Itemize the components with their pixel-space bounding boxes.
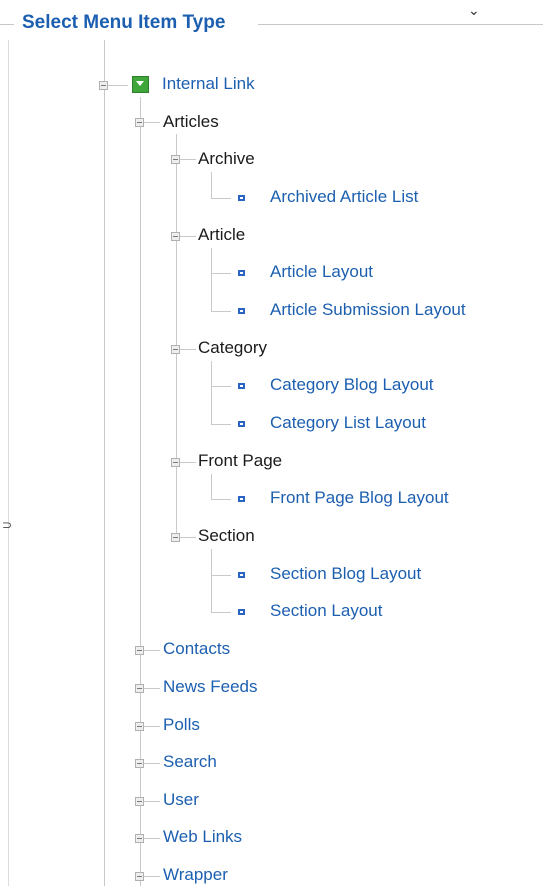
expander-icon[interactable] <box>135 759 144 768</box>
expander-icon[interactable] <box>171 345 180 354</box>
tree-node-web-links[interactable]: Web Links <box>163 827 242 847</box>
expander-icon[interactable] <box>171 458 180 467</box>
expander-icon[interactable] <box>135 797 144 806</box>
tree-node-articles[interactable]: Articles <box>163 112 219 132</box>
tree-guide-line <box>144 801 160 802</box>
leaf-bullet-icon <box>238 308 245 314</box>
leaf-bullet-icon <box>238 270 245 276</box>
fieldset-border <box>0 24 14 25</box>
tree-guide-line <box>211 474 212 499</box>
tree-guide-line <box>176 134 177 538</box>
resize-handle-icon: ⊃ <box>2 518 13 532</box>
tree-node-category[interactable]: Category <box>198 338 267 358</box>
tree-guide-line <box>211 549 212 612</box>
tree-guide-line <box>180 236 196 237</box>
expander-icon[interactable] <box>99 81 108 90</box>
tree-guide-line <box>144 650 160 651</box>
tree-guide-line <box>108 85 128 86</box>
tree-guide-line <box>211 612 231 613</box>
fieldset-legend: Select Menu Item Type <box>22 12 226 33</box>
tree-guide-line <box>180 159 196 160</box>
tree-guide-line <box>144 838 160 839</box>
expander-icon[interactable] <box>135 118 144 127</box>
expander-icon[interactable] <box>135 646 144 655</box>
expander-icon[interactable] <box>135 722 144 731</box>
tree-guide-line <box>104 40 105 886</box>
tree-leaf-article-layout[interactable]: Article Layout <box>270 262 373 282</box>
tree-guide-line <box>211 575 231 576</box>
tree-leaf-front-page-blog-layout[interactable]: Front Page Blog Layout <box>270 488 449 508</box>
tree-guide-line <box>211 273 231 274</box>
expander-icon[interactable] <box>171 232 180 241</box>
tree-node-contacts[interactable]: Contacts <box>163 639 230 659</box>
tree-guide-line <box>211 172 212 198</box>
leaf-bullet-icon <box>238 195 245 201</box>
tree-guide-line <box>211 248 212 311</box>
tree-node-search[interactable]: Search <box>163 752 217 772</box>
leaf-bullet-icon <box>238 496 245 502</box>
tree-guide-line <box>144 122 160 123</box>
tree-leaf-category-list-layout[interactable]: Category List Layout <box>270 413 426 433</box>
leaf-bullet-icon <box>238 609 245 615</box>
tree-leaf-archived-article-list[interactable]: Archived Article List <box>270 187 418 207</box>
tree-guide-line <box>211 386 231 387</box>
tree-guide-line <box>144 726 160 727</box>
tree-node-polls[interactable]: Polls <box>163 715 200 735</box>
tree-leaf-article-submission-layout[interactable]: Article Submission Layout <box>270 300 466 320</box>
tree-leaf-section-blog-layout[interactable]: Section Blog Layout <box>270 564 421 584</box>
leaf-bullet-icon <box>238 572 245 578</box>
tree-guide-line <box>180 462 196 463</box>
expander-icon[interactable] <box>171 155 180 164</box>
leaf-bullet-icon <box>238 421 245 427</box>
tree-node-news-feeds[interactable]: News Feeds <box>163 677 257 697</box>
tree-guide-line <box>144 688 160 689</box>
expander-icon[interactable] <box>135 834 144 843</box>
tree-guide-line <box>211 424 231 425</box>
fieldset-border <box>258 24 543 25</box>
tree-guide-line <box>211 198 231 199</box>
tree-guide-line <box>144 763 160 764</box>
expander-icon[interactable] <box>135 684 144 693</box>
tree-node-front-page[interactable]: Front Page <box>198 451 282 471</box>
tree-node-internal-link[interactable]: Internal Link <box>162 74 255 94</box>
expander-icon[interactable] <box>171 533 180 542</box>
green-folder-icon[interactable] <box>132 76 149 93</box>
tree-guide-line <box>144 876 160 877</box>
fieldset-border <box>8 40 9 886</box>
expander-icon[interactable] <box>135 872 144 881</box>
tree-guide-line <box>180 349 196 350</box>
chevron-down-icon: ⌄ <box>468 2 480 18</box>
tree-node-user[interactable]: User <box>163 790 199 810</box>
tree-guide-line <box>211 361 212 424</box>
tree-leaf-section-layout[interactable]: Section Layout <box>270 601 382 621</box>
tree-node-archive[interactable]: Archive <box>198 149 255 169</box>
leaf-bullet-icon <box>238 383 245 389</box>
tree-leaf-category-blog-layout[interactable]: Category Blog Layout <box>270 375 434 395</box>
tree-guide-line <box>211 499 231 500</box>
tree-guide-line <box>211 311 231 312</box>
tree-node-section[interactable]: Section <box>198 526 255 546</box>
tree-node-article[interactable]: Article <box>198 225 245 245</box>
tree-guide-line <box>180 537 196 538</box>
tree-node-wrapper[interactable]: Wrapper <box>163 865 228 885</box>
